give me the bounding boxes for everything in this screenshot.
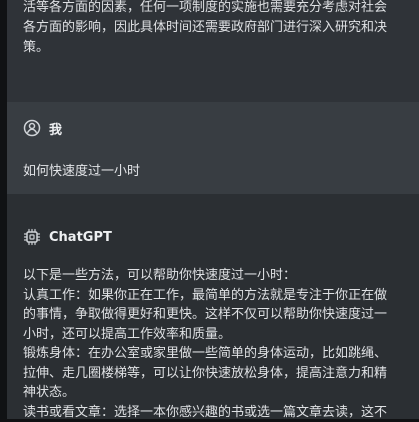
previous-answer-block: 活等各方面的因素，任何一项制度的实施也需要充分考虑对社会 各方面的影响，因此具体… [7, 0, 419, 102]
assistant-line-2: 认真工作：如果你正在工作，最简单的方法就是专注于你正在做 [23, 286, 393, 306]
assistant-message-text: 以下是一些方法，可以帮助你快速度过一小时： 认真工作：如果你正在工作，最简单的方… [23, 266, 393, 422]
user-message-header: 我 [23, 118, 62, 138]
user-message-text: 如何快速度过一小时 [23, 160, 140, 179]
previous-answer-line-3: 策。 [23, 38, 403, 58]
assistant-message-header: ChatGPT [23, 227, 112, 247]
user-circle-icon [23, 119, 41, 137]
previous-answer-line-2: 各方面的影响，因此具体时间还需要政府部门进行深入研究和决 [23, 18, 403, 38]
assistant-name: ChatGPT [49, 230, 112, 245]
assistant-message-block: ChatGPT 以下是一些方法，可以帮助你快速度过一小时： 认真工作：如果你正在… [7, 194, 419, 419]
assistant-line-6: 拉伸、走几圈楼梯等，可以让你快速放松身体，提高注意力和精 [23, 364, 393, 384]
previous-answer-text: 活等各方面的因素，任何一项制度的实施也需要充分考虑对社会 各方面的影响，因此具体… [23, 0, 403, 58]
chat-window: 活等各方面的因素，任何一项制度的实施也需要充分考虑对社会 各方面的影响，因此具体… [0, 0, 419, 419]
previous-answer-line-1: 活等各方面的因素，任何一项制度的实施也需要充分考虑对社会 [23, 0, 403, 18]
assistant-line-3: 的事情，争取做得更好和更快。这样不仅可以帮助你快速度过一 [23, 305, 393, 325]
left-edge [0, 0, 7, 419]
assistant-line-5: 锻炼身体：在办公室或家里做一些简单的身体运动，比如跳绳、 [23, 344, 393, 364]
conversation-panel: 活等各方面的因素，任何一项制度的实施也需要充分考虑对社会 各方面的影响，因此具体… [7, 0, 419, 419]
vertical-scrollbar[interactable] [413, 0, 419, 419]
assistant-line-7: 神状态。 [23, 383, 393, 403]
user-name: 我 [49, 119, 62, 138]
assistant-line-4: 小时，还可以提高工作效率和质量。 [23, 325, 393, 345]
chip-icon [23, 228, 41, 246]
assistant-line-1: 以下是一些方法，可以帮助你快速度过一小时： [23, 266, 393, 286]
assistant-line-8: 读书或看文章：选择一本你感兴趣的书或选一篇文章去读，这不 [23, 403, 393, 422]
user-message-block: 我 如何快速度过一小时 [7, 102, 419, 194]
